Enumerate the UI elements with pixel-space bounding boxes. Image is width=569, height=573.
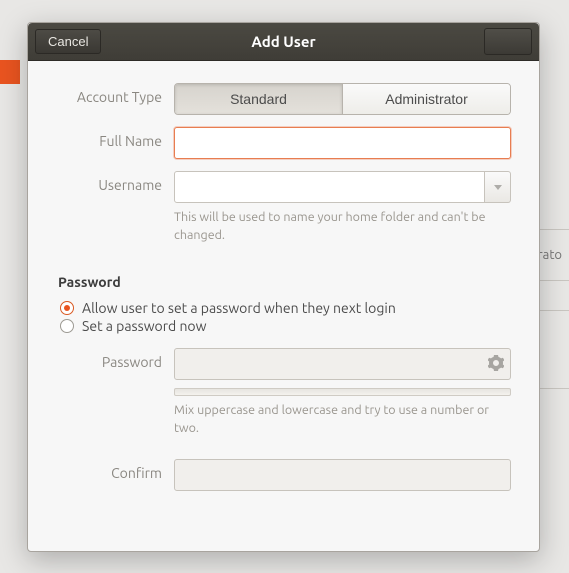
- fullname-input[interactable]: [174, 127, 511, 159]
- username-row: Username This will be used to name your …: [56, 171, 511, 244]
- radio-icon: [60, 301, 74, 315]
- add-user-dialog: Cancel Add User Account Type Standard Ad…: [27, 22, 540, 552]
- confirm-label: Confirm: [56, 459, 174, 491]
- username-dropdown-button[interactable]: [485, 171, 511, 203]
- fullname-row: Full Name: [56, 127, 511, 159]
- account-type-standard[interactable]: Standard: [175, 84, 342, 114]
- account-type-row: Account Type Standard Administrator: [56, 83, 511, 115]
- gear-icon[interactable]: [488, 355, 504, 371]
- account-type-label: Account Type: [56, 83, 174, 115]
- launcher-active-indicator: [0, 60, 20, 84]
- password-label: Password: [56, 348, 174, 437]
- cancel-button[interactable]: Cancel: [35, 29, 101, 54]
- password-row: Password Mix uppercase and lowercase and…: [56, 348, 511, 437]
- chevron-down-icon: [494, 185, 502, 190]
- titlebar: Cancel Add User: [28, 23, 539, 61]
- username-label: Username: [56, 171, 174, 244]
- dialog-title: Add User: [28, 33, 539, 50]
- account-type-admin[interactable]: Administrator: [342, 84, 510, 114]
- password-strength-meter: [174, 388, 511, 396]
- username-combo: [174, 171, 511, 203]
- username-input[interactable]: [174, 171, 485, 203]
- password-help: Mix uppercase and lowercase and try to u…: [174, 402, 511, 437]
- username-help: This will be used to name your home fold…: [174, 209, 511, 244]
- confirm-row: Confirm: [56, 459, 511, 491]
- confirm-input[interactable]: [174, 459, 511, 491]
- password-input[interactable]: [174, 348, 511, 380]
- dialog-content: Account Type Standard Administrator Full…: [28, 61, 539, 551]
- fullname-label: Full Name: [56, 127, 174, 159]
- password-option-now-label: Set a password now: [82, 318, 206, 334]
- password-option-later-label: Allow user to set a password when they n…: [82, 300, 396, 316]
- password-option-now[interactable]: Set a password now: [60, 318, 511, 334]
- radio-icon: [60, 319, 74, 333]
- password-section-title: Password: [58, 274, 511, 290]
- account-type-toggle: Standard Administrator: [174, 83, 511, 115]
- add-button[interactable]: [484, 28, 532, 55]
- password-option-later[interactable]: Allow user to set a password when they n…: [60, 300, 511, 316]
